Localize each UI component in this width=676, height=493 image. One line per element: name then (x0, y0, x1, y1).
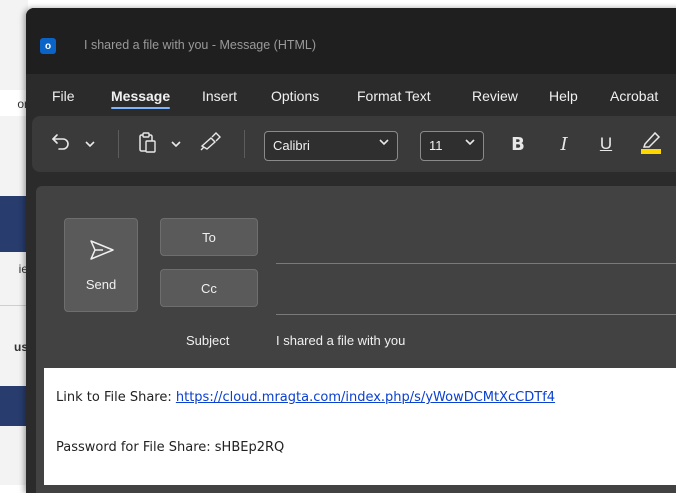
font-name-select[interactable]: Calibri (264, 131, 398, 161)
format-painter-icon (199, 131, 221, 157)
format-painter-button[interactable] (196, 130, 224, 158)
message-body[interactable]: Link to File Share: https://cloud.mragta… (44, 368, 676, 485)
window-title: I shared a file with you - Message (HTML… (84, 38, 317, 52)
paste-icon (137, 131, 157, 158)
cc-field[interactable] (276, 276, 676, 315)
outlook-icon: o (40, 38, 56, 54)
ribbon-toolbar: Calibri 11 B I U (32, 116, 676, 172)
chevron-down-icon (85, 135, 95, 153)
font-name-value: Calibri (273, 138, 310, 153)
chevron-down-icon (465, 137, 475, 149)
chevron-down-icon (171, 135, 181, 153)
file-share-link[interactable]: https://cloud.mragta.com/index.php/s/yWo… (176, 390, 555, 405)
subject-field[interactable]: I shared a file with you (276, 333, 405, 348)
font-size-select[interactable]: 11 (420, 131, 484, 161)
tab-review[interactable]: Review (472, 88, 518, 104)
send-label: Send (85, 277, 117, 292)
background-divider (0, 305, 28, 306)
italic-button[interactable]: I (550, 130, 578, 158)
tab-message[interactable]: Message (111, 88, 171, 109)
bold-button[interactable]: B (504, 130, 532, 158)
tab-file[interactable]: File (52, 88, 75, 104)
tab-help[interactable]: Help (549, 88, 578, 104)
title-bar: o I shared a file with you - Message (HT… (26, 8, 676, 74)
toolbar-separator (118, 130, 119, 158)
paste-dropdown[interactable] (168, 136, 184, 152)
to-button[interactable]: To (160, 218, 258, 256)
background-app: or ie us (0, 0, 28, 485)
link-prefix: Link to File Share: (56, 390, 176, 405)
background-strip (0, 386, 28, 426)
background-text: us (13, 340, 28, 354)
send-icon (89, 239, 115, 266)
toolbar-separator (244, 130, 245, 158)
background-text: ie (18, 262, 28, 276)
tab-acrobat[interactable]: Acrobat (610, 88, 658, 104)
tab-format-text[interactable]: Format Text (357, 88, 431, 104)
chevron-down-icon (379, 137, 389, 149)
undo-icon (50, 132, 72, 157)
highlight-icon (639, 129, 663, 160)
font-size-value: 11 (429, 138, 443, 153)
ribbon-tabs: File Message Insert Options Format Text … (26, 82, 676, 112)
tab-options[interactable]: Options (271, 88, 319, 104)
underline-button[interactable]: U (592, 130, 620, 158)
cc-button[interactable]: Cc (160, 269, 258, 307)
send-button[interactable]: Send (64, 218, 138, 312)
background-text: or (17, 97, 28, 111)
highlight-button[interactable] (636, 128, 666, 160)
undo-button[interactable] (48, 130, 74, 158)
subject-label: Subject (186, 333, 230, 348)
link-line: Link to File Share: https://cloud.mragta… (56, 390, 555, 405)
tab-insert[interactable]: Insert (202, 88, 237, 104)
undo-dropdown[interactable] (82, 136, 98, 152)
paste-button[interactable] (134, 130, 160, 158)
password-line: Password for File Share: sHBEp2RQ (56, 440, 285, 455)
background-strip (0, 196, 28, 252)
to-field[interactable] (276, 225, 676, 264)
